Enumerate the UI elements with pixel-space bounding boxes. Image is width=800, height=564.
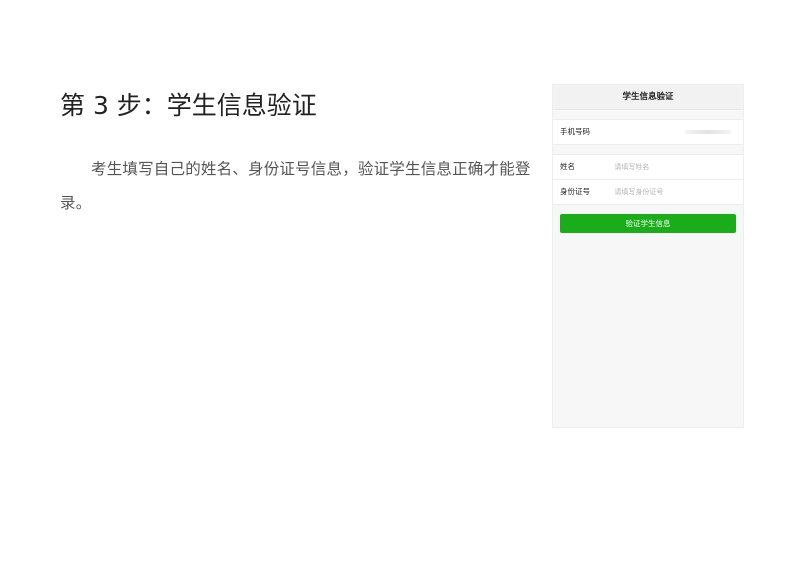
id-number-label: 身份证号 xyxy=(560,187,590,196)
student-info-group: 姓名 请填写姓名 身份证号 请填写身份证号 xyxy=(553,154,743,205)
id-number-input[interactable]: 请填写身份证号 xyxy=(614,188,663,196)
phone-number-label: 手机号码 xyxy=(560,127,590,136)
phone-page-title: 学生信息验证 xyxy=(553,85,743,110)
id-number-row[interactable]: 身份证号 请填写身份证号 xyxy=(553,179,743,204)
phone-number-row: 手机号码 xyxy=(553,120,743,144)
name-row[interactable]: 姓名 请填写姓名 xyxy=(553,155,743,179)
name-label: 姓名 xyxy=(560,162,575,171)
name-input[interactable]: 请填写姓名 xyxy=(614,163,649,171)
verify-student-info-button[interactable]: 验证学生信息 xyxy=(560,214,736,233)
step-description: 考生填写自己的姓名、身份证号信息，验证学生信息正确才能登录。 xyxy=(60,160,531,212)
document-page: 第 3 步：学生信息验证 考生填写自己的姓名、身份证号信息，验证学生信息正确才能… xyxy=(0,0,800,564)
phone-screenshot: 学生信息验证 手机号码 姓名 请填写姓名 身份证号 请填写身份证号 验证学生信息 xyxy=(552,84,744,428)
phone-number-group: 手机号码 xyxy=(553,119,743,145)
phone-number-masked-value xyxy=(685,130,731,134)
step-title: 第 3 步：学生信息验证 xyxy=(60,91,317,120)
